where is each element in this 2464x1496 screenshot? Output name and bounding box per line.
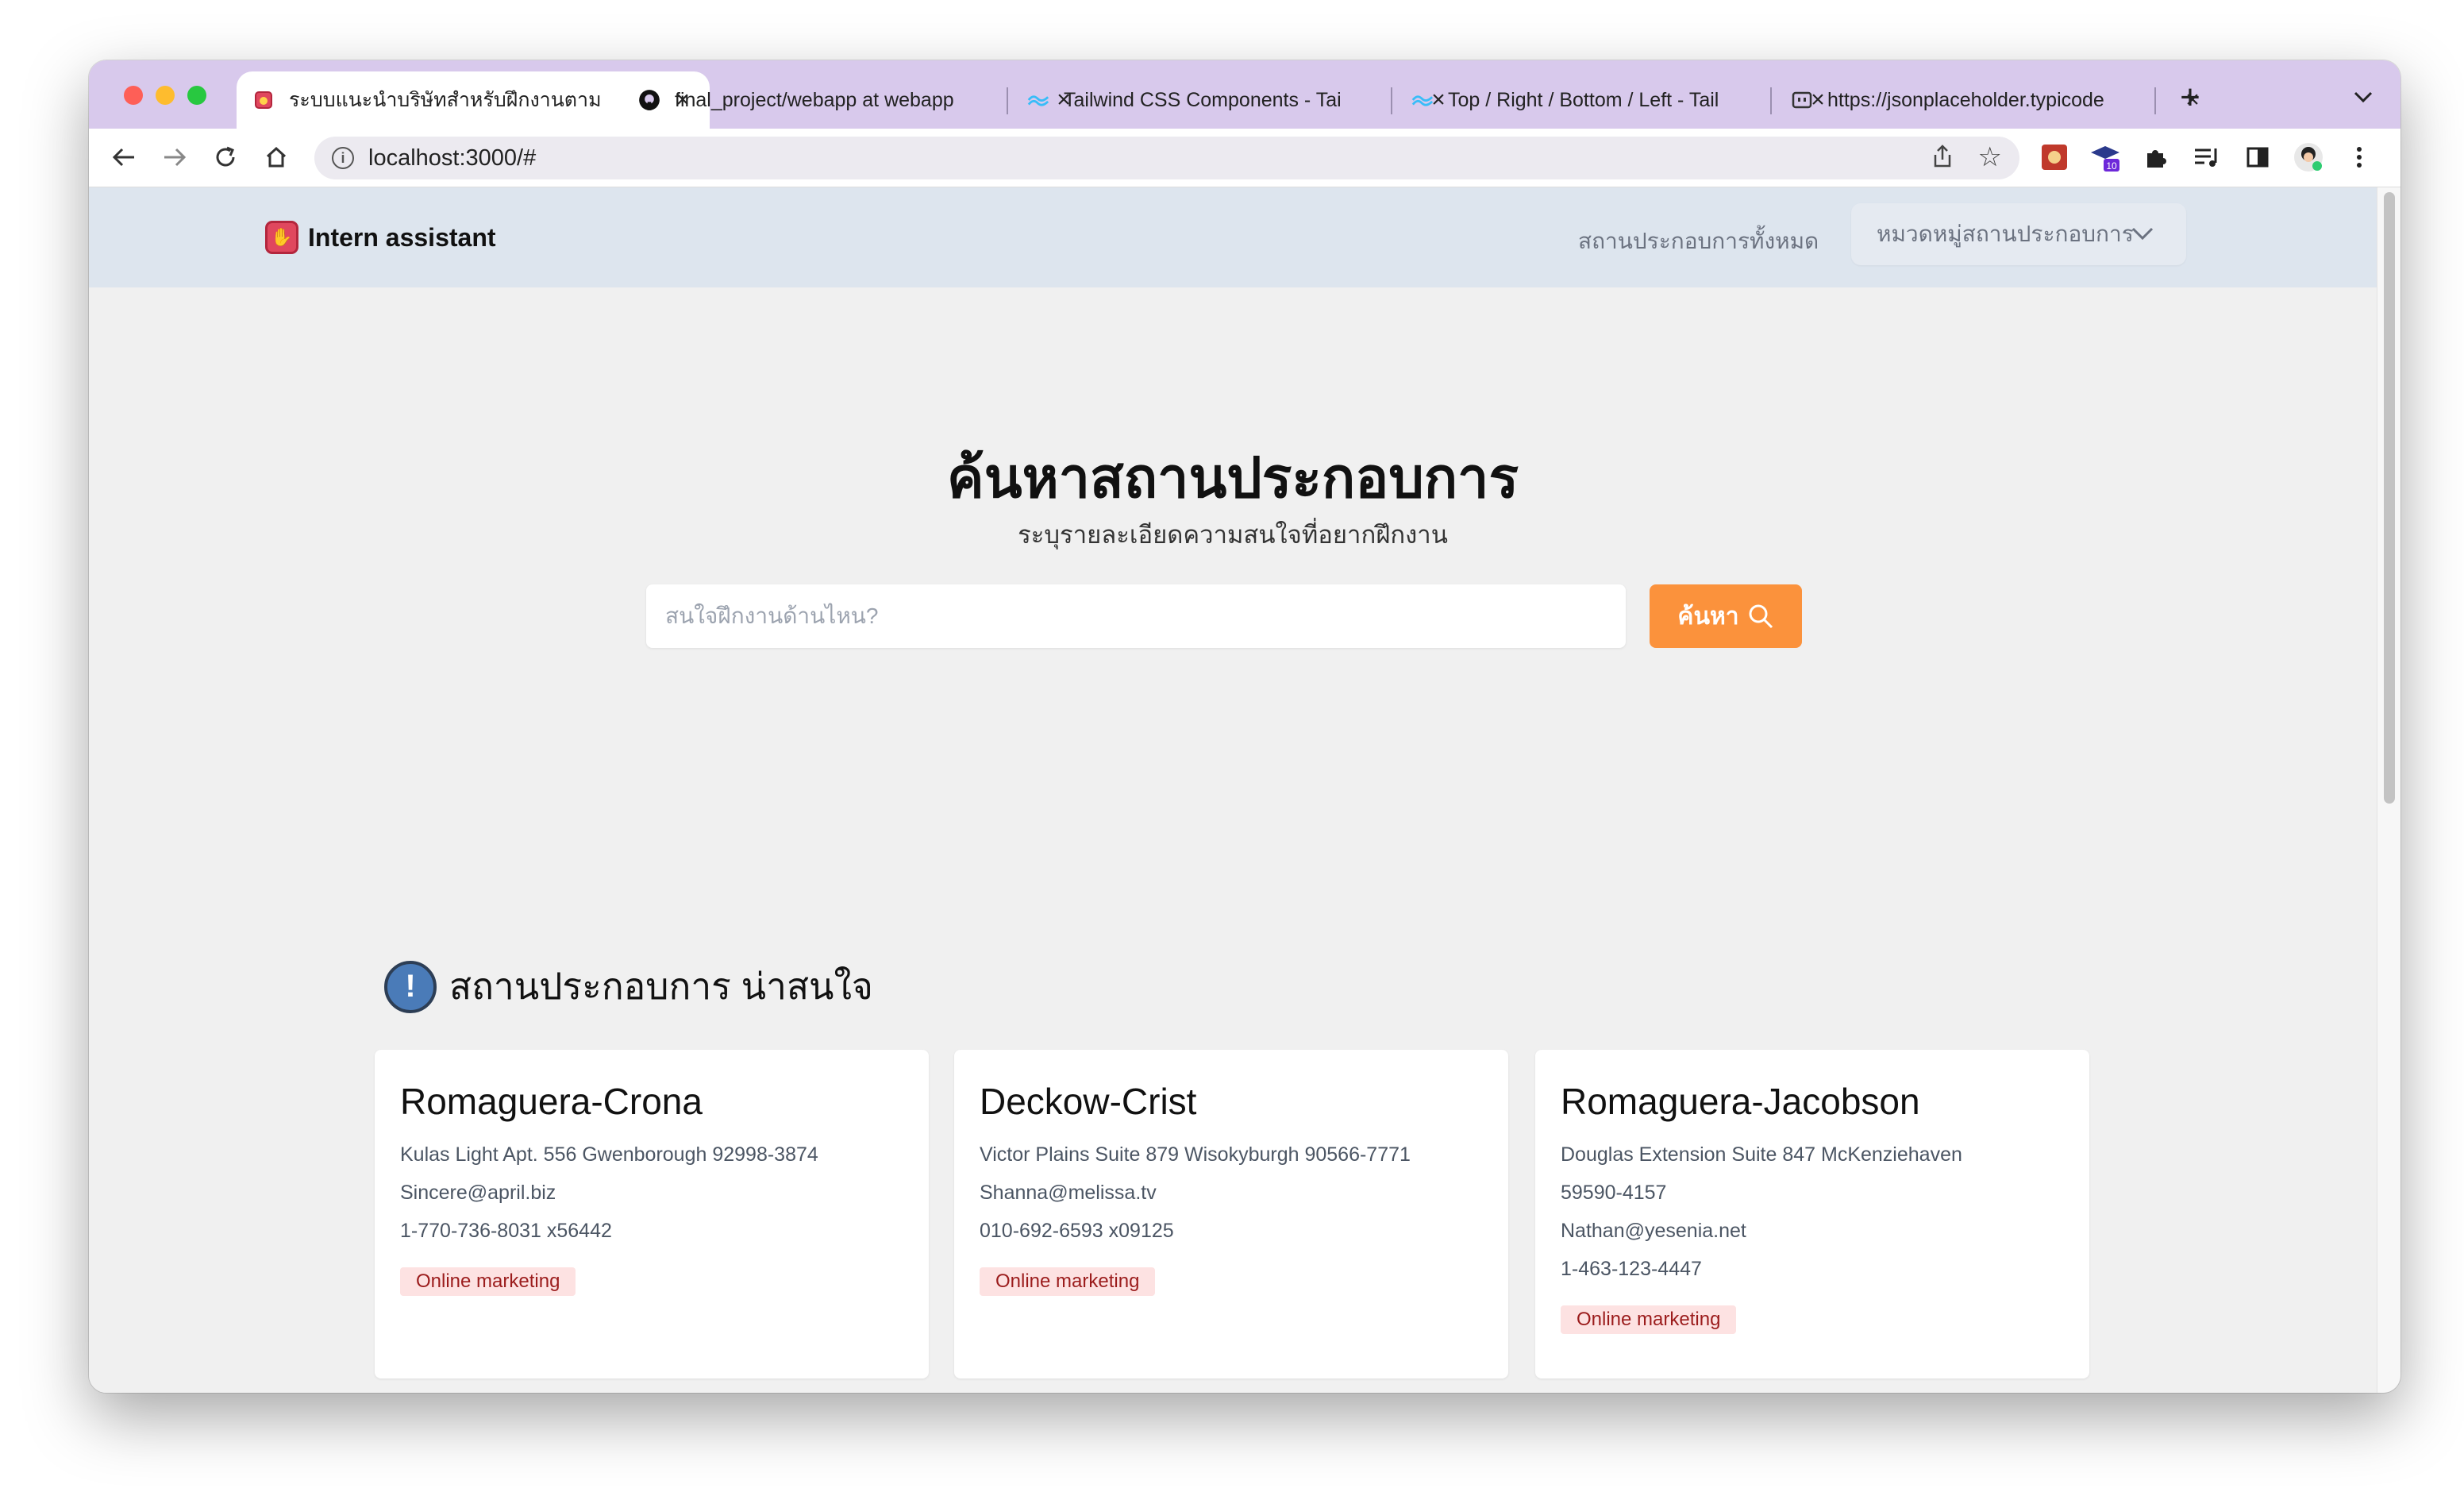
tab-separator — [2154, 87, 2156, 114]
browser-menu-icon[interactable] — [2343, 141, 2375, 173]
category-dropdown-label: หมวดหมู่สถานประกอบการ — [1877, 222, 2134, 246]
company-card[interactable]: Deckow-Crist Victor Plains Suite 879 Wis… — [954, 1050, 1508, 1378]
search-button-label: ค้นหา — [1677, 603, 1739, 630]
browser-toolbar: i localhost:3000/# ☆ 10 — [89, 129, 2400, 187]
address-bar[interactable]: i localhost:3000/# ☆ — [314, 137, 2019, 179]
back-icon[interactable] — [106, 140, 141, 175]
intern-hand-icon — [252, 89, 275, 111]
site-navbar: ✋ Intern assistant สถานประกอบการทั้งหมด … — [89, 187, 2377, 287]
company-email: Shanna@melissa.tv — [980, 1182, 1157, 1204]
company-phone: 1-770-736-8031 x56442 — [400, 1220, 612, 1242]
category-tag: Online marketing — [980, 1267, 1156, 1296]
company-address: Victor Plains Suite 879 Wisokyburgh 9056… — [980, 1143, 1411, 1166]
waving-hand-icon: ✋ — [265, 221, 298, 254]
page-subtitle: ระบุรายละเอียดความสนใจที่อยากฝึกงาน — [1018, 521, 1448, 549]
company-phone: 010-692-6593 x09125 — [980, 1220, 1174, 1242]
company-name: Deckow-Crist — [980, 1081, 1197, 1122]
search-input[interactable] — [646, 584, 1626, 648]
featured-section-heading: ! สถานประกอบการ น่าสนใจ — [384, 958, 873, 1016]
company-phone: 1-463-123-4447 — [1561, 1258, 1702, 1280]
close-window-button[interactable] — [124, 86, 143, 105]
page-viewport: ✋ Intern assistant สถานประกอบการทั้งหมด … — [89, 187, 2377, 1393]
home-icon[interactable] — [259, 140, 294, 175]
tab-title: ระบบแนะนำบริษัทสำหรับฝึกงานตาม — [289, 89, 602, 111]
tailwind-icon — [1027, 89, 1049, 111]
company-name: Romaguera-Jacobson — [1561, 1081, 1920, 1122]
share-icon[interactable] — [1932, 145, 1953, 175]
company-address-zip: 59590-4157 — [1561, 1182, 1667, 1204]
page-scrollbar[interactable] — [2377, 187, 2400, 1393]
bookmark-star-icon[interactable]: ☆ — [1978, 141, 2002, 173]
profile-avatar[interactable] — [2293, 141, 2324, 173]
extensions-puzzle-icon[interactable] — [2140, 141, 2172, 173]
company-address: Kulas Light Apt. 556 Gwenborough 92998-3… — [400, 1143, 818, 1166]
tab-title: Tailwind CSS Components - Tai — [1064, 88, 1342, 111]
site-info-icon[interactable]: i — [332, 147, 354, 169]
company-email: Nathan@yesenia.net — [1561, 1220, 1746, 1242]
extension-badge: 10 — [2106, 160, 2117, 172]
company-address: Douglas Extension Suite 847 McKenziehave… — [1561, 1143, 1962, 1166]
company-card[interactable]: Romaguera-Jacobson Douglas Extension Sui… — [1535, 1050, 2089, 1378]
scrollbar-thumb[interactable] — [2384, 192, 2395, 804]
chevron-down-icon — [2131, 221, 2154, 246]
forward-icon[interactable] — [157, 140, 192, 175]
tab-strip: ระบบแนะนำบริษัทสำหรับฝึกงานตาม × final_p… — [89, 60, 2400, 129]
company-name: Romaguera-Crona — [400, 1081, 703, 1122]
search-icon — [1749, 604, 1773, 629]
media-queue-icon[interactable] — [2191, 141, 2223, 173]
tab-separator — [1770, 87, 1772, 114]
company-email: Sincere@april.biz — [400, 1182, 556, 1204]
minimize-window-button[interactable] — [156, 86, 175, 105]
nav-all-companies-link[interactable]: สถานประกอบการทั้งหมด — [1578, 224, 1819, 259]
page-title: ค้นหาสถานประกอบการ — [946, 447, 1519, 509]
category-tag: Online marketing — [400, 1267, 576, 1296]
tab-separator — [1391, 87, 1392, 114]
exclamation-icon: ! — [384, 960, 437, 1013]
browser-window: ระบบแนะนำบริษัทสำหรับฝึกงานตาม × final_p… — [89, 60, 2400, 1393]
chevron-down-icon[interactable] — [2353, 83, 2374, 110]
tab-title: final_project/webapp at webapp — [675, 88, 954, 111]
tab-jsonplaceholder[interactable]: https://jsonplaceholder.typicode × — [1775, 71, 2220, 129]
side-panel-icon[interactable] — [2242, 141, 2273, 173]
extension-graduation-icon[interactable]: 10 — [2089, 141, 2121, 173]
category-tag: Online marketing — [1561, 1305, 1737, 1334]
new-tab-icon[interactable]: + — [2170, 78, 2210, 118]
tab-separator — [1007, 87, 1008, 114]
brand-link[interactable]: ✋ Intern assistant — [265, 221, 496, 254]
section-title: สถานประกอบการ น่าสนใจ — [449, 966, 873, 1007]
brand-name: Intern assistant — [308, 222, 496, 252]
tailwind-icon — [1411, 89, 1434, 111]
maximize-window-button[interactable] — [187, 86, 206, 105]
category-dropdown[interactable]: หมวดหมู่สถานประกอบการ — [1851, 203, 2186, 265]
search-button[interactable]: ค้นหา — [1650, 584, 1802, 648]
extension-game-icon[interactable] — [2039, 141, 2070, 173]
github-icon — [638, 89, 660, 111]
tab-title: Top / Right / Bottom / Left - Tail — [1448, 88, 1719, 111]
reload-icon[interactable] — [208, 140, 243, 175]
url-text: localhost:3000/# — [368, 145, 537, 171]
tab-title: https://jsonplaceholder.typicode — [1827, 88, 2104, 111]
json-icon — [1791, 89, 1813, 111]
company-card[interactable]: Romaguera-Crona Kulas Light Apt. 556 Gwe… — [375, 1050, 929, 1378]
